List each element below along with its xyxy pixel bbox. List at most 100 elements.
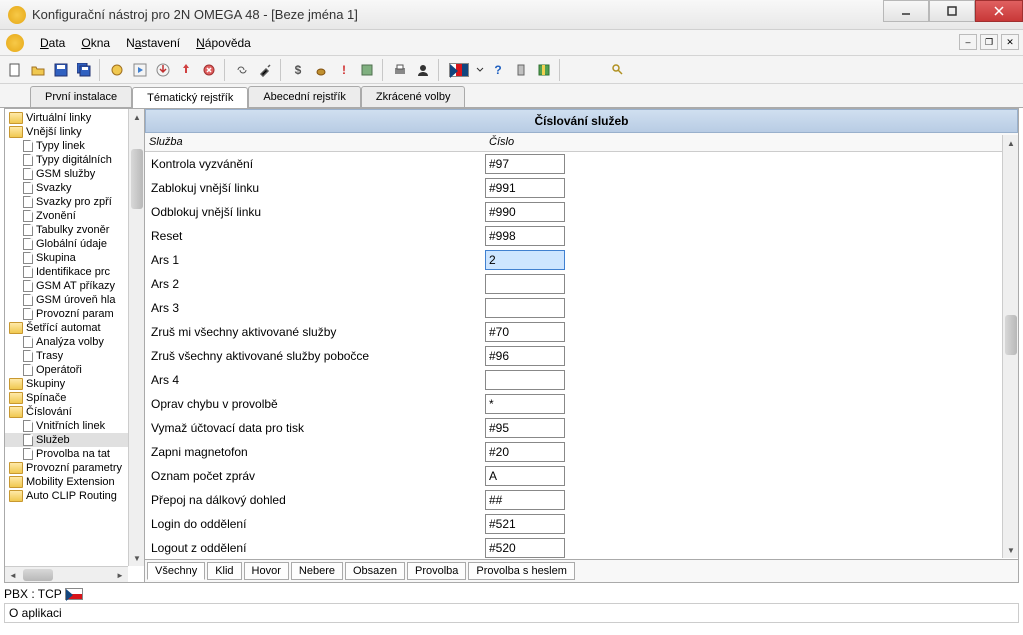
maximize-button[interactable] [929, 0, 975, 22]
tree-folder[interactable]: Mobility Extension [5, 475, 128, 489]
user-icon[interactable] [412, 59, 434, 81]
service-value-input[interactable] [485, 442, 565, 462]
flag-icon[interactable] [445, 59, 473, 81]
tree-item[interactable]: Provozní param [5, 307, 128, 321]
menu-okna[interactable]: Okna [73, 33, 118, 53]
tree-item[interactable]: Zvonění [5, 209, 128, 223]
tab-zkracene-volby[interactable]: Zkrácené volby [361, 86, 466, 107]
help-icon[interactable]: ? [487, 59, 509, 81]
tree-item[interactable]: Identifikace prc [5, 265, 128, 279]
tree-item[interactable]: Operátoři [5, 363, 128, 377]
mdi-restore-button[interactable]: ❐ [980, 34, 998, 50]
content-scrollbar-vertical[interactable]: ▲ ▼ [1002, 135, 1018, 558]
service-value-input[interactable] [485, 178, 565, 198]
play-icon[interactable] [129, 59, 151, 81]
mdi-close-button[interactable]: ✕ [1001, 34, 1019, 50]
service-value-input[interactable] [485, 514, 565, 534]
tab-abecedni-rejstrik[interactable]: Abecední rejstřík [248, 86, 361, 107]
scroll-up-arrow-icon[interactable]: ▲ [1003, 135, 1018, 151]
tree-item[interactable]: Svazky [5, 181, 128, 195]
service-value-input[interactable] [485, 154, 565, 174]
close-button[interactable] [975, 0, 1023, 22]
scrollbar-thumb[interactable] [23, 569, 53, 581]
scroll-down-arrow-icon[interactable]: ▼ [129, 550, 145, 566]
tree-item[interactable]: Analýza volby [5, 335, 128, 349]
tree-item[interactable]: GSM úroveň hla [5, 293, 128, 307]
tree-folder[interactable]: Vnější linky [5, 125, 128, 139]
mdi-minimize-button[interactable]: – [959, 34, 977, 50]
service-value-input[interactable] [485, 322, 565, 342]
filter-klid[interactable]: Klid [207, 562, 241, 580]
tree-item[interactable]: GSM AT příkazy [5, 279, 128, 293]
tree-item[interactable]: Globální údaje [5, 237, 128, 251]
key-icon[interactable] [607, 59, 629, 81]
upload-icon[interactable] [106, 59, 128, 81]
save-all-icon[interactable] [73, 59, 95, 81]
service-value-input[interactable] [485, 394, 565, 414]
service-value-input[interactable] [485, 298, 565, 318]
service-value-input[interactable] [485, 538, 565, 558]
dropdown-arrow-icon[interactable] [474, 59, 486, 81]
tag-icon[interactable] [310, 59, 332, 81]
menu-nastaveni[interactable]: Nastavení [118, 33, 188, 53]
new-icon[interactable] [4, 59, 26, 81]
exit-icon[interactable] [533, 59, 555, 81]
service-value-input[interactable] [485, 250, 565, 270]
tree-folder[interactable]: Šetřící automat [5, 321, 128, 335]
tree-item[interactable]: Provolba na tat [5, 447, 128, 461]
save-icon[interactable] [50, 59, 72, 81]
tree-folder[interactable]: Spínače [5, 391, 128, 405]
tree-folder[interactable]: Auto CLIP Routing [5, 489, 128, 503]
print-icon[interactable] [389, 59, 411, 81]
minimize-button[interactable] [883, 0, 929, 22]
scroll-left-arrow-icon[interactable]: ◄ [5, 567, 21, 582]
filter-hovor[interactable]: Hovor [244, 562, 289, 580]
filter-nebere[interactable]: Nebere [291, 562, 343, 580]
money-icon[interactable]: $ [287, 59, 309, 81]
service-value-input[interactable] [485, 226, 565, 246]
tree-item[interactable]: Tabulky zvoněr [5, 223, 128, 237]
settings-icon[interactable] [356, 59, 378, 81]
filter-provolba-heslem[interactable]: Provolba s heslem [468, 562, 575, 580]
info-icon[interactable] [510, 59, 532, 81]
service-value-input[interactable] [485, 274, 565, 294]
tree-item[interactable]: Skupina [5, 251, 128, 265]
tree-scrollbar-horizontal[interactable]: ◄ ► [5, 566, 128, 582]
tab-prvni-instalace[interactable]: První instalace [30, 86, 132, 107]
tree-folder[interactable]: Číslování [5, 405, 128, 419]
tree-folder[interactable]: Provozní parametry [5, 461, 128, 475]
filter-vsechny[interactable]: Všechny [147, 562, 205, 580]
filter-provolba[interactable]: Provolba [407, 562, 466, 580]
scroll-down-arrow-icon[interactable]: ▼ [1003, 542, 1018, 558]
scrollbar-thumb[interactable] [131, 149, 143, 209]
tree-scrollbar-vertical[interactable]: ▲ ▼ [128, 109, 144, 566]
sync-down-icon[interactable] [175, 59, 197, 81]
tree-item[interactable]: GSM služby [5, 167, 128, 181]
open-icon[interactable] [27, 59, 49, 81]
service-value-input[interactable] [485, 202, 565, 222]
menu-data[interactable]: Datadocument.currentScript.previousEleme… [32, 33, 73, 53]
service-value-input[interactable] [485, 418, 565, 438]
service-value-input[interactable] [485, 490, 565, 510]
tree-item[interactable]: Trasy [5, 349, 128, 363]
tree-item[interactable]: Typy linek [5, 139, 128, 153]
scrollbar-thumb[interactable] [1005, 315, 1017, 355]
filter-obsazen[interactable]: Obsazen [345, 562, 405, 580]
menu-napoveda[interactable]: Nápověda [188, 33, 259, 53]
service-value-input[interactable] [485, 466, 565, 486]
tree-item[interactable]: Služeb [5, 433, 128, 447]
alert-icon[interactable]: ! [333, 59, 355, 81]
tree-item[interactable]: Typy digitálních [5, 153, 128, 167]
tree-item[interactable]: Vnitřních linek [5, 419, 128, 433]
service-value-input[interactable] [485, 370, 565, 390]
download-icon[interactable] [152, 59, 174, 81]
link-icon[interactable] [231, 59, 253, 81]
tree-folder[interactable]: Skupiny [5, 377, 128, 391]
scroll-up-arrow-icon[interactable]: ▲ [129, 109, 145, 125]
tree-folder[interactable]: Virtuální linky [5, 111, 128, 125]
tools-icon[interactable] [254, 59, 276, 81]
scroll-right-arrow-icon[interactable]: ► [112, 567, 128, 582]
service-value-input[interactable] [485, 346, 565, 366]
tab-tematicky-rejstrik[interactable]: Tématický rejstřík [132, 87, 248, 108]
nav-tree[interactable]: Virtuální linkyVnější linkyTypy linekTyp… [5, 109, 144, 582]
